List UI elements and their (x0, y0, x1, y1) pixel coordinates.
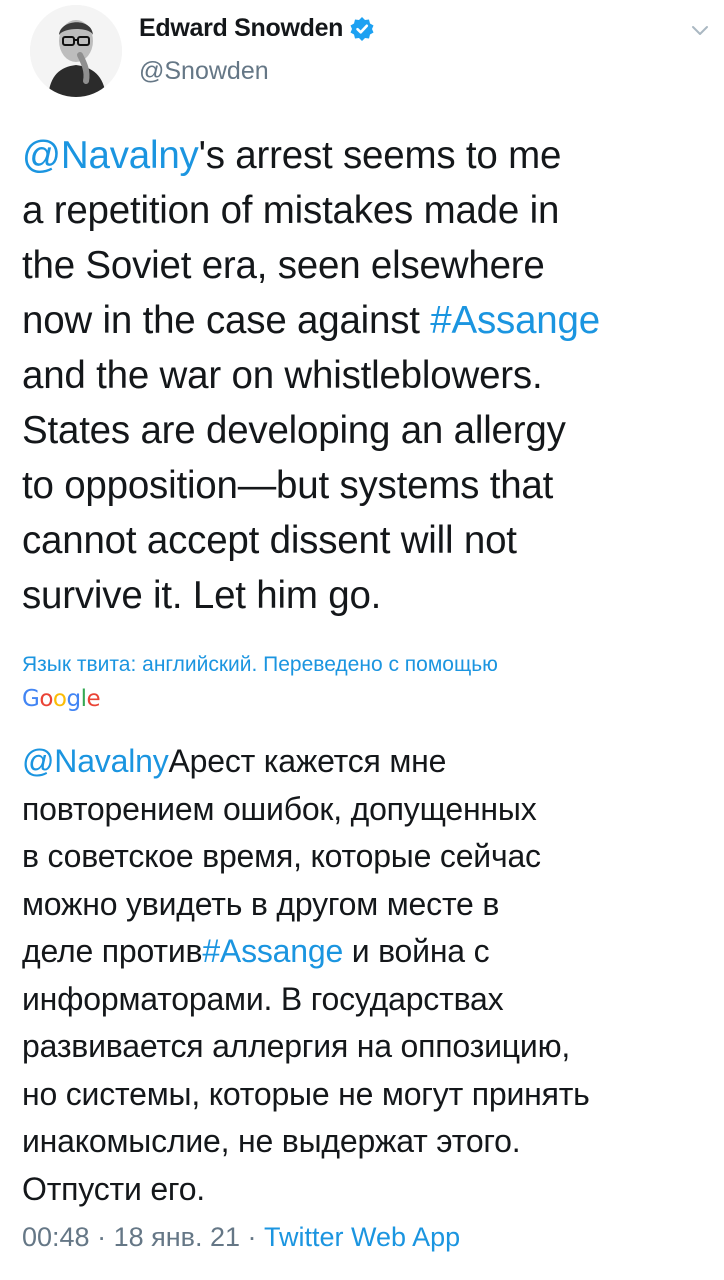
avatar[interactable] (30, 5, 122, 97)
translated-tweet-text: @NavalnyАрест кажется мне повторением оши… (22, 738, 712, 1213)
text-segment: a repetition of mistakes made in (22, 189, 560, 232)
text-segment: развивается аллергия на оппозицию, (22, 1028, 571, 1064)
meta-separator: · (240, 1222, 265, 1252)
translation-line: деле против#Assange и война с (22, 928, 712, 976)
text-segment: деле против (22, 933, 203, 969)
tweet-header: Edward Snowden @Snowden (22, 0, 712, 100)
tweet-line: cannot accept dissent will not (22, 513, 712, 568)
translation-line: но системы, которые не могут принять (22, 1071, 712, 1119)
tweet-line: now in the case against #Assange (22, 293, 712, 348)
tweet-line: the Soviet era, seen elsewhere (22, 238, 712, 293)
translation-note: Язык твита: английский. Переведено с пом… (22, 653, 498, 676)
author-names: Edward Snowden @Snowden (139, 14, 375, 86)
google-logo[interactable]: Google (22, 686, 101, 712)
mention-link[interactable]: @Navalny (22, 743, 169, 779)
text-segment: 's arrest seems to me (198, 134, 562, 177)
translation-line: информаторами. В государствах (22, 976, 712, 1024)
text-segment: можно увидеть в другом месте в (22, 885, 500, 922)
tweet-source[interactable]: Twitter Web App (264, 1222, 460, 1252)
text-segment: now in the case against (22, 299, 431, 342)
tweet-line: to opposition—but systems that (22, 458, 712, 513)
text-segment: the Soviet era, seen elsewhere (22, 244, 545, 287)
text-segment: Арест кажется мне (168, 743, 447, 779)
text-segment: Отпусти его. (22, 1170, 205, 1207)
tweet-date[interactable]: 18 янв. 21 (114, 1222, 240, 1252)
tweet-line: States are developing an allergy (22, 403, 712, 458)
tweet-line: a repetition of mistakes made in (22, 183, 712, 238)
text-segment: survive it. Let him go. (22, 574, 382, 617)
translation-line: Отпусти его. (22, 1166, 712, 1214)
text-segment: в советское время, которые сейчас (22, 838, 541, 874)
translation-line: @NavalnyАрест кажется мне (22, 738, 712, 786)
translation-line: в советское время, которые сейчас (22, 833, 712, 881)
tweet-line: survive it. Let him go. (22, 568, 712, 623)
verified-badge-icon (349, 16, 375, 42)
text-segment: информаторами. В государствах (22, 980, 504, 1017)
text-segment: and the war on whistleblowers. (22, 354, 543, 397)
text-segment: повторением ошибок, допущенных (22, 790, 537, 827)
translation-line: развивается аллергия на оппозицию, (22, 1023, 712, 1071)
text-segment: и война с (343, 933, 490, 969)
chevron-down-icon[interactable] (688, 18, 712, 42)
text-segment: но системы, которые не могут принять (22, 1075, 590, 1112)
translation-line: повторением ошибок, допущенных (22, 786, 712, 834)
display-name[interactable]: Edward Snowden (139, 14, 343, 43)
tweet-line: and the war on whistleblowers. (22, 348, 712, 403)
hashtag-link[interactable]: #Assange (202, 933, 343, 969)
tweet-time[interactable]: 00:48 (22, 1222, 90, 1252)
text-segment: инакомыслие, не выдержат этого. (22, 1123, 521, 1159)
avatar-photo (30, 5, 122, 97)
text-segment: to opposition—but systems that (22, 464, 554, 507)
tweet-meta: 00:48 · 18 янв. 21 · Twitter Web App (22, 1222, 460, 1253)
google-logo-text: Google (22, 686, 101, 712)
hashtag-link[interactable]: #Assange (430, 299, 600, 342)
tweet-line: @Navalny's arrest seems to me (22, 128, 712, 183)
text-segment: States are developing an allergy (22, 409, 566, 452)
translation-line: инакомыслие, не выдержат этого. (22, 1118, 712, 1166)
handle[interactable]: @Snowden (139, 57, 375, 86)
tweet-text: @Navalny's arrest seems to me a repetitio… (22, 128, 712, 623)
text-segment: cannot accept dissent will not (22, 519, 517, 562)
mention-link[interactable]: @Navalny (22, 134, 199, 177)
translation-line: можно увидеть в другом месте в (22, 881, 712, 929)
meta-separator: · (89, 1222, 114, 1252)
